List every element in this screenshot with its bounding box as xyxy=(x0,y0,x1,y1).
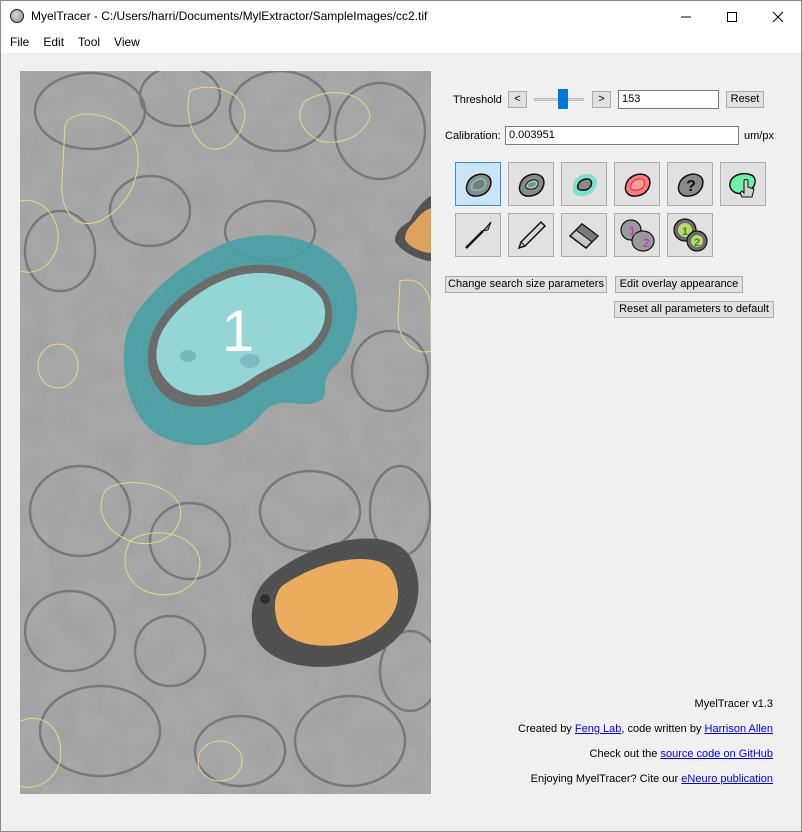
maximize-icon xyxy=(727,11,737,22)
edit-overlay-button[interactable]: Edit overlay appearance xyxy=(615,276,743,293)
calibration-unit: um/px xyxy=(744,130,774,142)
menu-edit[interactable]: Edit xyxy=(36,32,71,53)
threshold-label: Threshold xyxy=(453,94,502,106)
tool-trace-inner-button[interactable] xyxy=(508,162,554,206)
tool-trace-outline-button[interactable] xyxy=(455,162,501,206)
micrograph: 1 xyxy=(20,71,431,794)
minimize-icon xyxy=(681,16,691,17)
tool-number-pair-button[interactable]: 1 2 xyxy=(667,213,713,257)
svg-text:1: 1 xyxy=(682,226,688,238)
app-window: MyelTracer - C:/Users/harri/Documents/My… xyxy=(0,0,802,832)
hand-pointer-icon xyxy=(729,172,756,198)
eraser-icon xyxy=(568,223,600,249)
threshold-input[interactable]: 153 xyxy=(618,90,719,109)
window-title: MyelTracer - C:/Users/harri/Documents/My… xyxy=(31,9,428,23)
tool-select-button[interactable] xyxy=(720,162,766,206)
threshold-increase-button[interactable]: > xyxy=(592,91,611,108)
reset-all-parameters-button[interactable]: Reset all parameters to default xyxy=(614,301,774,318)
version-text: MyelTracer v1.3 xyxy=(694,698,773,710)
source-prefix: Check out the xyxy=(589,748,661,760)
image-canvas[interactable]: 1 xyxy=(20,71,431,794)
number-pair-icon: 1 2 xyxy=(673,218,708,252)
threshold-reset-button[interactable]: Reset xyxy=(726,91,764,108)
menu-file[interactable]: File xyxy=(3,32,36,53)
tool-unknown-button[interactable]: ? xyxy=(667,162,713,206)
close-button[interactable] xyxy=(755,1,801,32)
question-icon: ? xyxy=(677,173,704,197)
number-label-icon: 1 2 xyxy=(620,219,655,252)
app-logo-icon xyxy=(10,9,24,23)
trace-outline-icon xyxy=(465,173,492,197)
exclude-icon xyxy=(624,173,651,197)
credits-line: Created by Feng Lab, code written by Har… xyxy=(518,723,773,735)
cite-line: Enjoying MyelTracer? Cite our eNeuro pub… xyxy=(531,773,773,785)
threshold-slider-handle[interactable] xyxy=(558,89,568,109)
source-line: Check out the source code on GitHub xyxy=(590,748,773,760)
trace-inner-icon xyxy=(518,173,545,197)
tool-eraser-button[interactable] xyxy=(561,213,607,257)
menu-view[interactable]: View xyxy=(107,32,147,53)
close-icon xyxy=(772,11,784,22)
credits-middle: , code written by xyxy=(621,723,705,735)
threshold-decrease-button[interactable]: < xyxy=(508,91,527,108)
pencil-icon xyxy=(517,220,547,250)
scalpel-icon xyxy=(465,221,492,249)
svg-text:2: 2 xyxy=(694,237,700,249)
cite-prefix: Enjoying MyelTracer? Cite our xyxy=(530,773,682,785)
credits-prefix: Created by xyxy=(518,723,575,735)
publication-link[interactable]: eNeuro publication xyxy=(681,773,773,785)
feng-lab-link[interactable]: Feng Lab xyxy=(575,723,621,735)
axon-number-label: 1 xyxy=(222,299,254,364)
menu-tool[interactable]: Tool xyxy=(71,32,107,53)
trace-myelin-icon xyxy=(572,174,597,197)
author-link[interactable]: Harrison Allen xyxy=(705,723,773,735)
change-search-size-button[interactable]: Change search size parameters xyxy=(445,276,607,293)
github-link[interactable]: source code on GitHub xyxy=(660,748,773,760)
menu-bar: File Edit Tool View xyxy=(1,32,801,53)
maximize-button[interactable] xyxy=(709,1,755,32)
tool-number-button[interactable]: 1 2 xyxy=(614,213,660,257)
calibration-label: Calibration: xyxy=(445,130,501,142)
svg-text:2: 2 xyxy=(643,236,650,250)
svg-text:?: ? xyxy=(686,178,696,195)
calibration-input[interactable]: 0.003951 xyxy=(505,126,739,145)
tool-trace-myelin-button[interactable] xyxy=(561,162,607,206)
tool-scalpel-button[interactable] xyxy=(455,213,501,257)
svg-text:1: 1 xyxy=(629,224,636,238)
tool-exclude-button[interactable] xyxy=(614,162,660,206)
tool-pencil-button[interactable] xyxy=(508,213,554,257)
title-bar[interactable]: MyelTracer - C:/Users/harri/Documents/My… xyxy=(1,1,801,32)
minimize-button[interactable] xyxy=(663,1,709,32)
